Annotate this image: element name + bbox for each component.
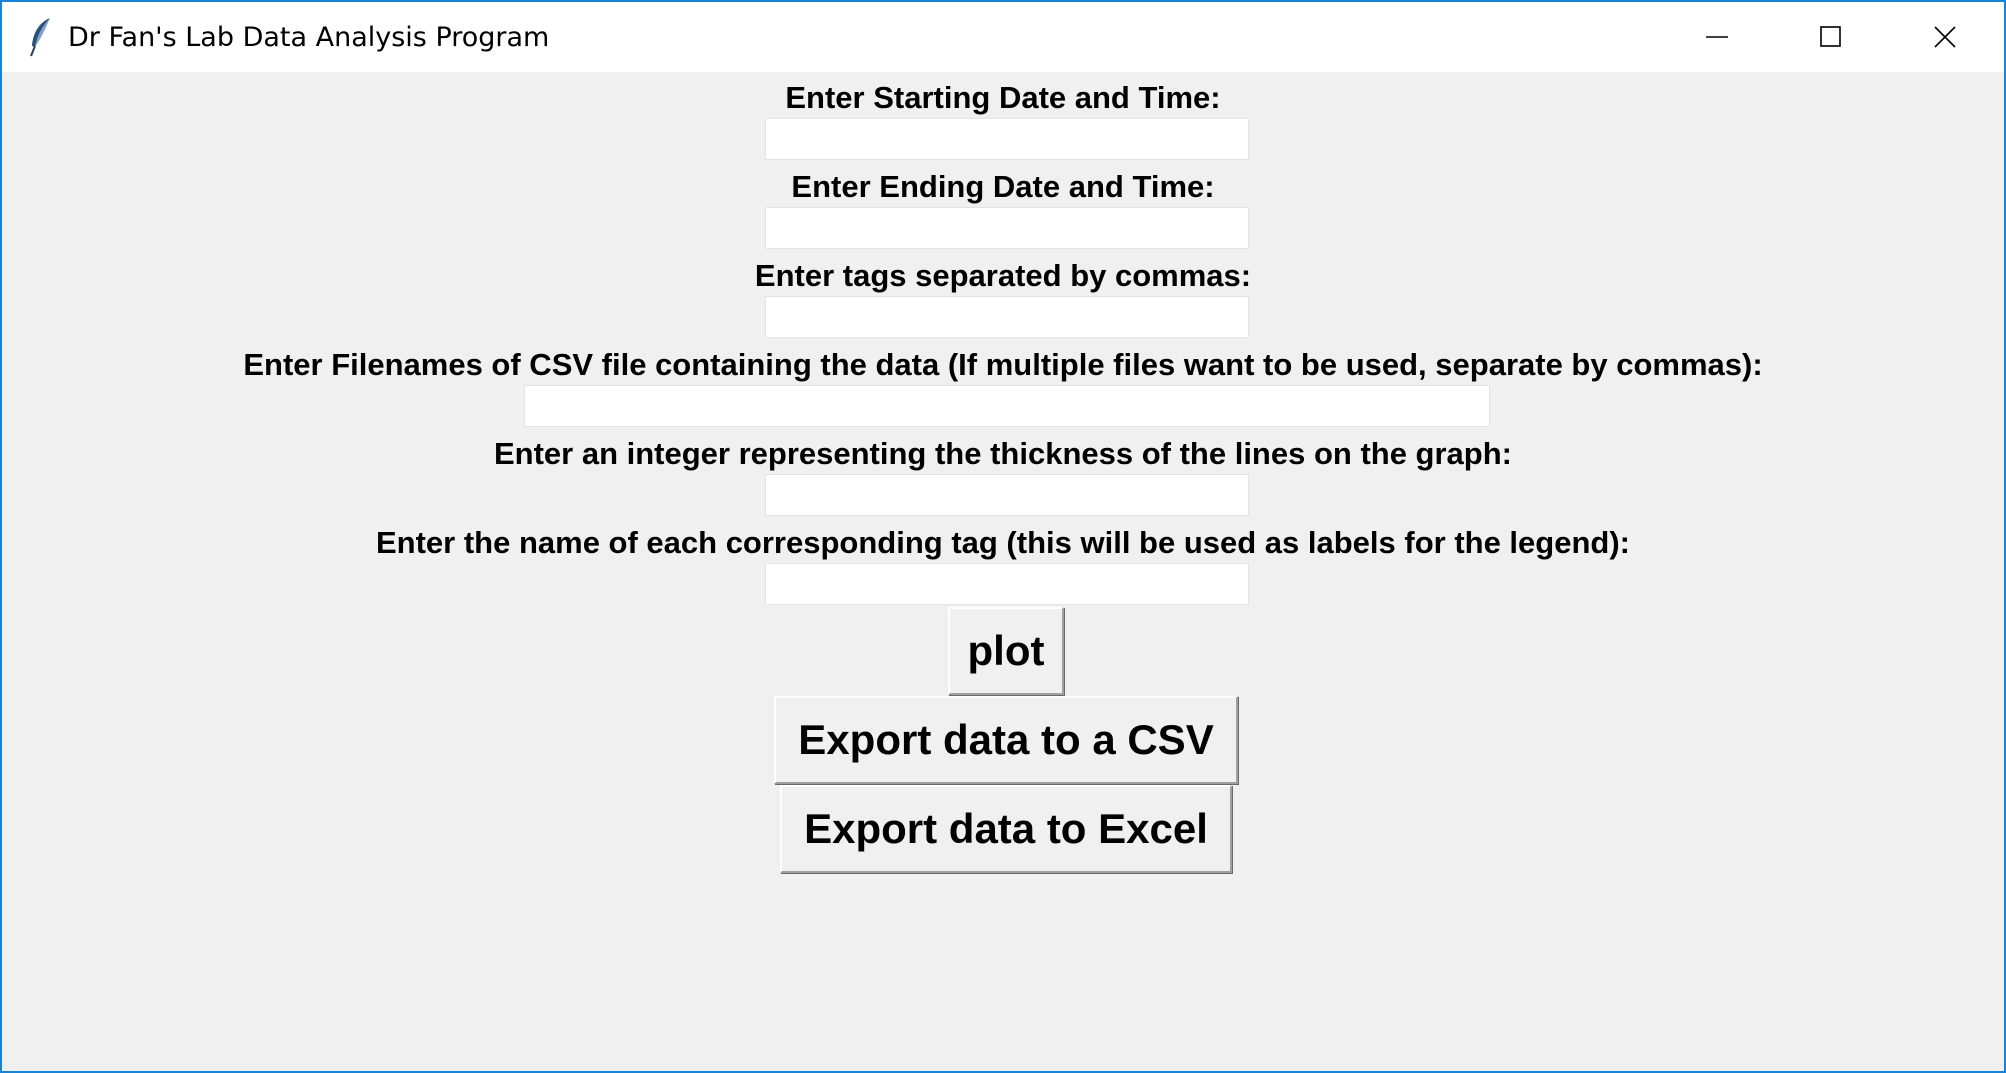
legend-names-input[interactable] (765, 563, 1249, 605)
minimize-button[interactable] (1660, 2, 1774, 72)
form-area: Enter Starting Date and Time: Enter Endi… (2, 72, 2004, 1073)
app-window: Dr Fan's Lab Data Analysis Program Enter… (0, 0, 2006, 1073)
start-datetime-label: Enter Starting Date and Time: (785, 80, 1221, 115)
plot-button[interactable]: plot (948, 607, 1064, 695)
line-thickness-input[interactable] (765, 474, 1249, 516)
minimize-icon (1706, 36, 1728, 38)
export-excel-button[interactable]: Export data to Excel (780, 785, 1232, 873)
tags-label: Enter tags separated by commas: (754, 258, 1252, 293)
filenames-input[interactable] (524, 385, 1490, 427)
tags-input[interactable] (765, 296, 1249, 338)
line-thickness-label: Enter an integer representing the thickn… (493, 436, 1512, 471)
window-title: Dr Fan's Lab Data Analysis Program (68, 22, 550, 53)
maximize-button[interactable] (1774, 2, 1888, 72)
close-icon (1934, 26, 1956, 48)
end-datetime-label: Enter Ending Date and Time: (791, 169, 1215, 204)
filenames-label: Enter Filenames of CSV file containing t… (243, 347, 1763, 382)
start-datetime-input[interactable] (765, 118, 1249, 160)
title-bar[interactable]: Dr Fan's Lab Data Analysis Program (2, 2, 2004, 72)
close-button[interactable] (1888, 2, 2002, 72)
feather-icon (28, 16, 54, 58)
end-datetime-input[interactable] (765, 207, 1249, 249)
legend-names-label: Enter the name of each corresponding tag… (375, 525, 1630, 560)
maximize-icon (1820, 26, 1841, 47)
export-csv-button[interactable]: Export data to a CSV (774, 696, 1238, 784)
